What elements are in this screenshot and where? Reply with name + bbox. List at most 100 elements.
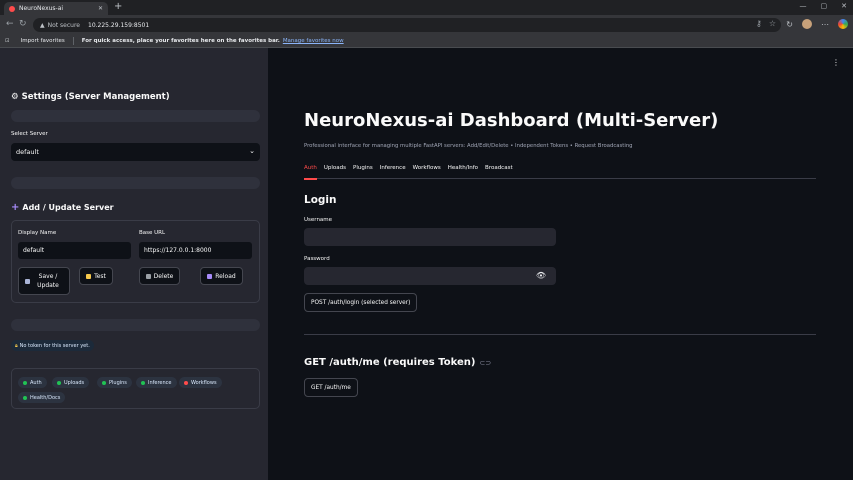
save-icon [25,278,30,284]
lock-icon: 🔒︎ [15,342,18,349]
server-form: Display Name default Base URL https://12… [11,220,260,303]
favicon-icon [9,5,15,12]
tab-plugins[interactable]: Plugins [353,163,373,179]
pencil-icon [86,273,92,279]
endpoint-status-box: Auth Uploads Plugins Inference Workflows… [11,368,260,409]
profile-avatar[interactable] [802,19,812,29]
loading-placeholder [11,177,260,189]
import-icon: ⊡ [5,38,10,44]
username-input[interactable] [304,228,556,246]
status-chip-auth: Auth [18,377,47,388]
chip-label: Plugins [109,379,127,386]
save-button-label: Save / Update [37,273,59,289]
status-dot [23,380,27,385]
add-server-title: Add / Update Server [22,203,114,212]
browser-tab[interactable]: NeuroNexus-ai ✕ [4,2,108,15]
divider [72,37,74,45]
test-button-label: Test [94,272,106,280]
status-chip-uploads: Uploads [52,377,90,388]
chip-label: Auth [30,379,42,386]
delete-button[interactable]: Delete [139,267,180,285]
status-dot [141,380,145,385]
sidebar-title: ⚙ Settings (Server Management) [11,92,170,102]
favorites-bar: ⊡ Import favorites For quick access, pla… [0,35,853,48]
menu-icon[interactable]: ⋯ [821,20,829,29]
base-url-input[interactable]: https://127.0.0.1:8000 [139,242,252,259]
star-icon[interactable]: ☆ [769,19,776,28]
status-chip-health-docs: Health/Docs [18,392,66,403]
password-input[interactable]: 👁︎ [304,267,556,285]
copilot-icon[interactable] [838,19,848,29]
tab-workflows[interactable]: Workflows [413,163,441,179]
getme-heading: GET /auth/me (requires Token) ⊂⊃ [304,357,491,368]
test-button[interactable]: Test [79,267,113,285]
show-password-icon[interactable]: 👁︎ [536,271,546,280]
divider [304,334,816,335]
close-tab-icon[interactable]: ✕ [98,5,103,12]
tab-health-info[interactable]: Health/Info [448,163,478,179]
status-dot [57,380,61,385]
back-icon[interactable]: ← [6,19,14,29]
loading-placeholder [11,110,260,122]
manage-favorites-link[interactable]: Manage favorites now [283,38,344,44]
status-dot [102,380,106,385]
anchor-link-icon[interactable]: ⊂⊃ [479,359,491,367]
plus-icon: + [11,201,20,213]
tab-auth[interactable]: Auth [304,163,317,180]
reload-button[interactable]: Reload [200,267,243,285]
add-server-heading: + Add / Update Server [11,201,114,213]
sidebar: ⚙ Settings (Server Management) Select Se… [0,48,268,480]
gear-icon: ⚙ [11,92,19,102]
chip-label: Workflows [191,379,217,386]
tab-broadcast[interactable]: Broadcast [485,163,513,179]
more-options-icon[interactable]: ⋮ [832,58,840,67]
token-status-badge: 🔒︎ No token for this server yet. [11,340,94,351]
chip-label: Health/Docs [30,394,61,401]
toolbar-right: ↻ ⋯ [786,19,848,29]
getme-heading-text: GET /auth/me (requires Token) [304,357,476,368]
tab-inference[interactable]: Inference [380,163,406,179]
reload-button-label: Reload [215,272,236,280]
main-content: ⋮ NeuroNexus-ai Dashboard (Multi-Server)… [268,48,853,480]
delete-button-label: Delete [153,272,174,280]
status-dot [184,380,188,385]
not-secure-label: Not secure [47,21,80,29]
key-icon[interactable]: ⚷ [756,19,762,28]
chevron-down-icon: ⌄ [249,147,255,155]
status-chip-plugins: Plugins [97,377,132,388]
token-status-text: No token for this server yet. [19,342,90,349]
chip-label: Uploads [64,379,85,386]
base-url-value: https://127.0.0.1:8000 [144,247,212,254]
display-name-input[interactable]: default [18,242,131,259]
sidebar-title-text: Settings (Server Management) [21,92,170,102]
login-heading: Login [304,194,337,206]
refresh-icon[interactable]: ↻ [19,19,27,29]
getme-button[interactable]: GET /auth/me [304,378,358,397]
server-select[interactable]: default ⌄ [11,143,260,161]
server-select-value: default [16,148,39,156]
login-button[interactable]: POST /auth/login (selected server) [304,293,418,312]
warning-icon: ▲ [40,21,45,29]
trash-icon [145,273,151,279]
minimize-icon[interactable]: — [800,2,807,10]
page-subtitle: Professional interface for managing mult… [304,143,633,149]
window-controls: — ▢ ✕ [800,2,848,10]
new-tab-button[interactable]: + [114,1,122,12]
loading-placeholder [11,319,260,331]
url-text: 10.225.29.159:8501 [88,21,150,29]
maximize-icon[interactable]: ▢ [821,2,828,10]
save-update-button[interactable]: Save / Update [18,267,70,295]
browser-tab-strip: NeuroNexus-ai ✕ + — ▢ ✕ [0,0,853,15]
extensions-icon[interactable]: ↻ [786,20,793,29]
import-favorites-link[interactable]: Import favorites [21,38,65,44]
password-label: Password [304,256,330,262]
tab-uploads[interactable]: Uploads [324,163,346,179]
chip-label: Inference [148,379,172,386]
tab-title: NeuroNexus-ai [19,5,64,12]
favorites-hint: For quick access, place your favorites h… [81,38,280,44]
address-bar[interactable]: ▲ Not secure 10.225.29.159:8501 ⚷ ☆ [33,18,781,32]
select-server-label: Select Server [11,131,48,137]
close-window-icon[interactable]: ✕ [841,2,847,10]
status-dot [23,395,27,400]
username-label: Username [304,217,333,223]
